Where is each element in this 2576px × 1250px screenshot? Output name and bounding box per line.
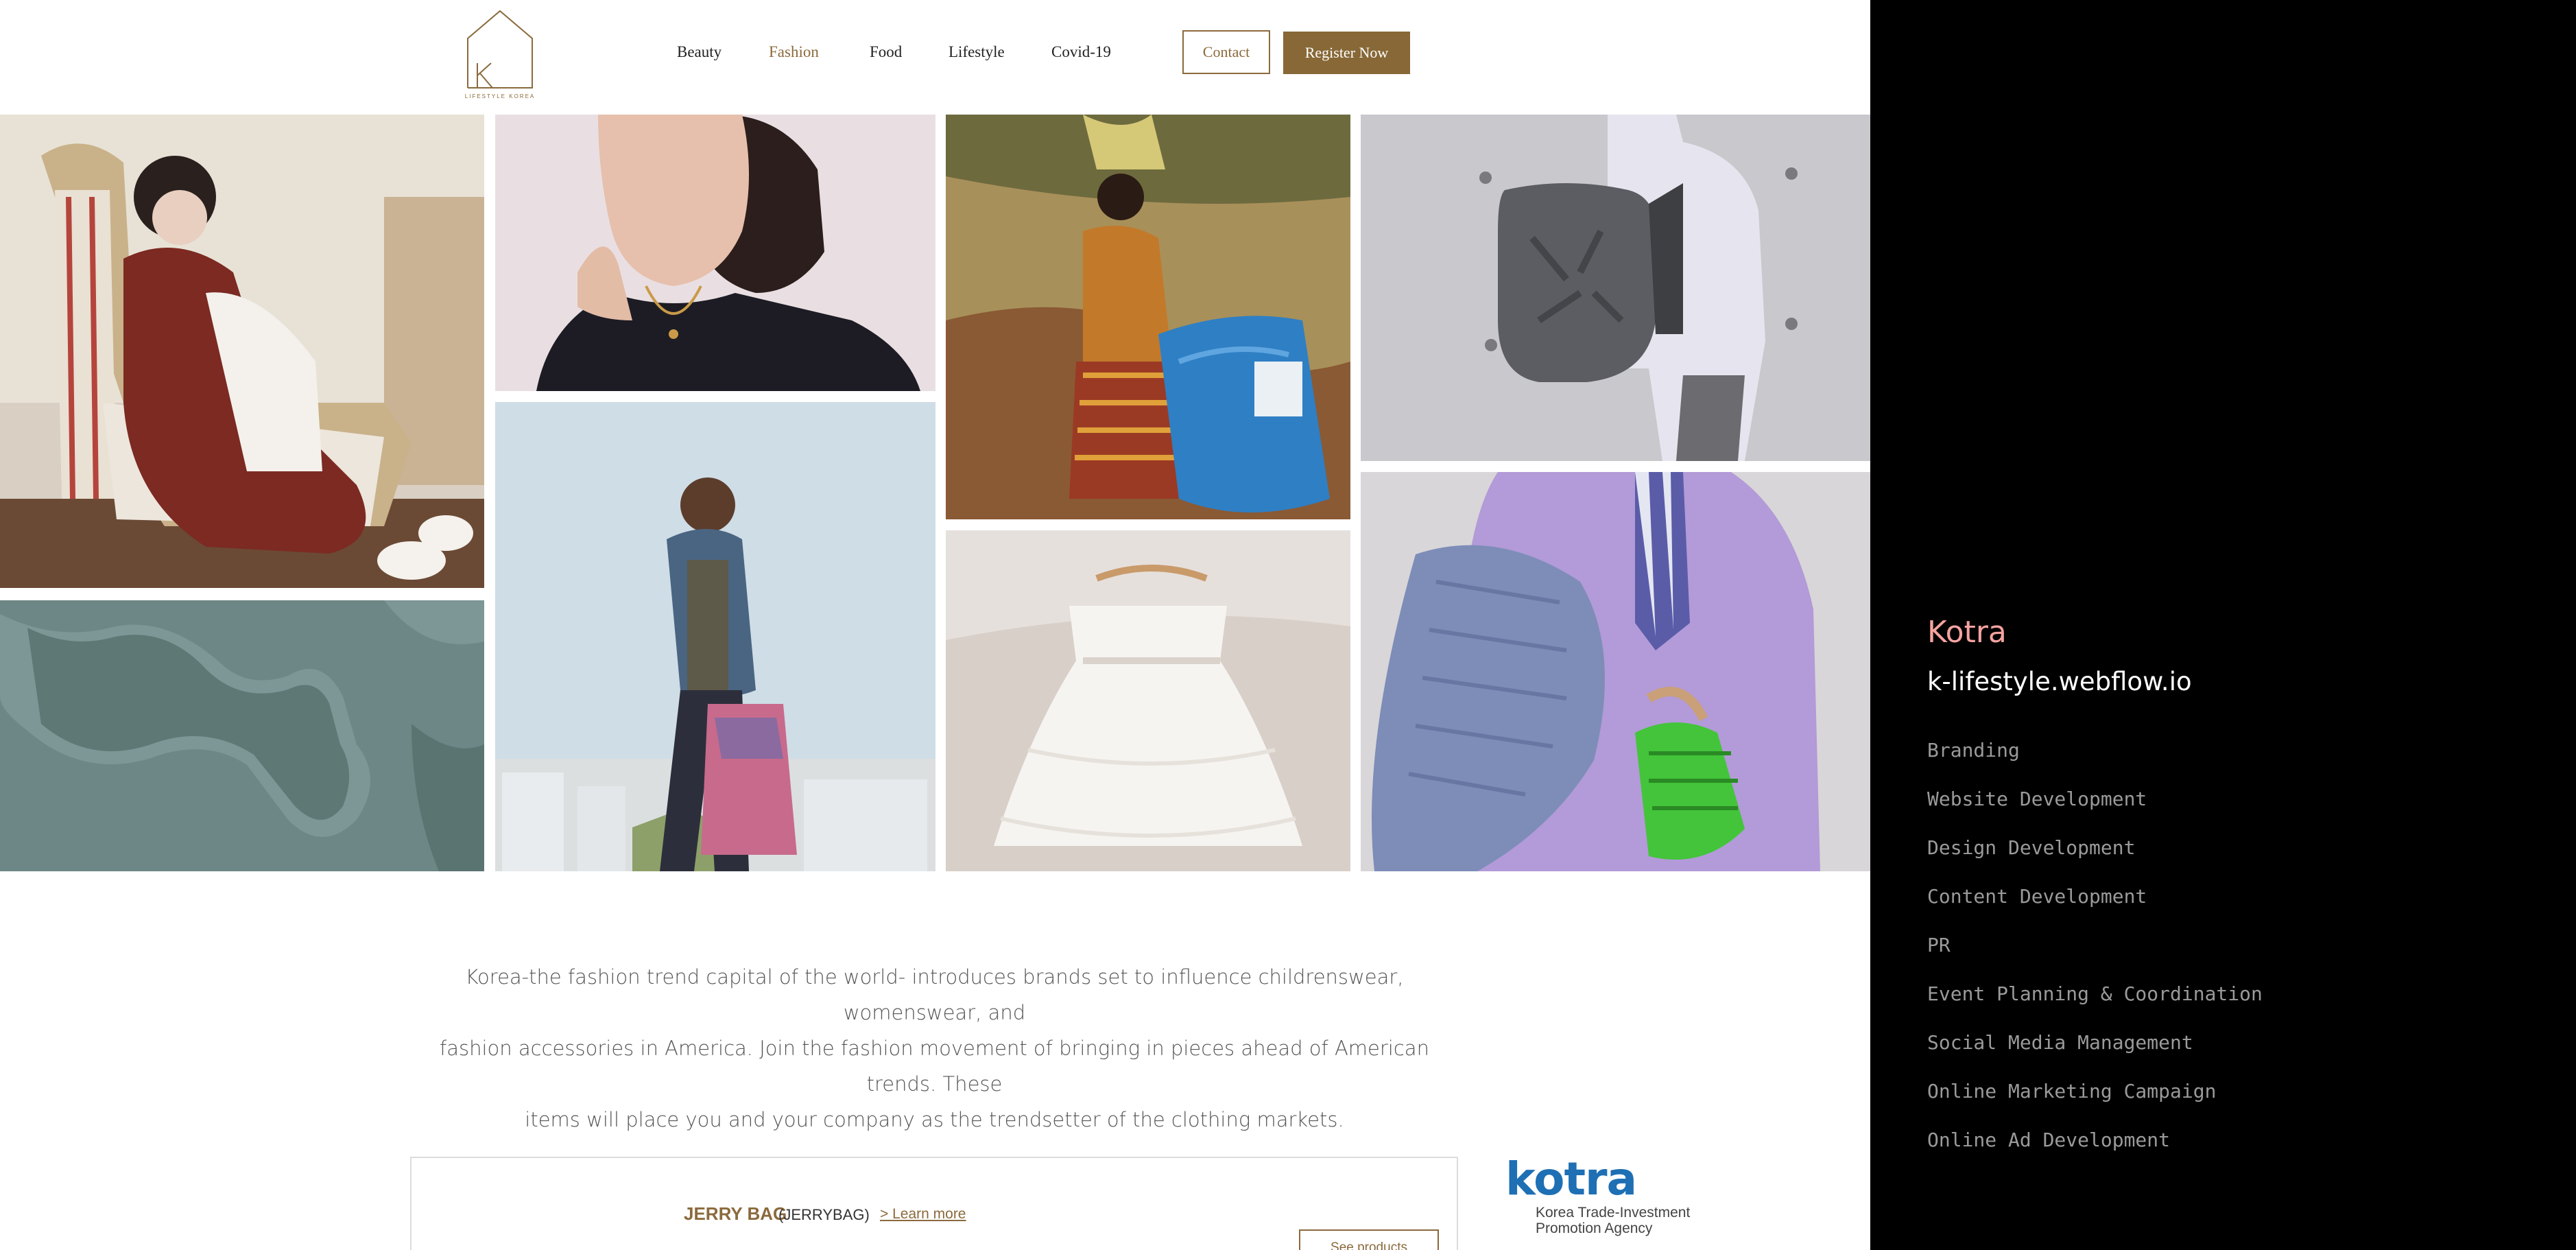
fashion-intro-text: Korea-the fashion trend capital of the w… (412, 959, 1457, 1137)
contact-button[interactable]: Contact (1182, 30, 1270, 74)
service-item: PR (1927, 934, 1951, 956)
intro-line: items will place you and your company as… (525, 1108, 1344, 1131)
nav-fashion[interactable]: Fashion (769, 43, 819, 61)
nav-covid-19[interactable]: Covid-19 (1051, 43, 1111, 61)
service-item: Social Media Management (1927, 1031, 2193, 1054)
nav-lifestyle[interactable]: Lifestyle (949, 43, 1005, 61)
service-item: Content Development (1927, 885, 2147, 908)
kotra-logo: kotra Korea Trade-Investment Promotion A… (1505, 1153, 1725, 1236)
kotra-wordmark: kotra (1505, 1153, 1637, 1205)
grey-backpack-photo (1361, 115, 1870, 461)
intro-line: fashion accessories in America. Join the… (440, 1037, 1429, 1096)
service-item: Online Marketing Campaign (1927, 1080, 2217, 1102)
lavender-blazer-green-bag-photo (1361, 472, 1870, 871)
intro-line: Korea-the fashion trend capital of the w… (465, 965, 1404, 1024)
brand-card: JERRY BAG (JERRYBAG) > Learn more See pr… (410, 1157, 1458, 1250)
white-child-dress-on-hanger-photo (946, 530, 1350, 871)
kotra-tagline: Korea Trade-Investment Promotion Agency (1536, 1205, 1691, 1236)
house-logo-icon (467, 10, 533, 89)
service-item: Event Planning & Coordination (1927, 982, 2263, 1005)
learn-more-link[interactable]: > Learn more (880, 1206, 966, 1223)
service-item: Design Development (1927, 836, 2136, 859)
green-textured-surface-photo (0, 600, 484, 871)
girl-on-antique-sofa-photo (0, 115, 484, 588)
see-products-button[interactable]: See products (1299, 1229, 1439, 1250)
nav-beauty[interactable]: Beauty (677, 43, 721, 61)
child-carrying-blue-bag-photo (946, 115, 1350, 519)
website-preview: LIFESTYLE KOREA Beauty Fashion Food Life… (0, 0, 1870, 1250)
project-title: Kotra (1927, 615, 2007, 650)
brand-code: (JERRYBAG) (778, 1206, 870, 1223)
brand-name: JERRY BAG (684, 1203, 787, 1224)
lifestyle-korea-logo[interactable]: LIFESTYLE KOREA (464, 8, 536, 102)
register-now-button[interactable]: Register Now (1283, 32, 1410, 74)
project-info-panel: Kotra k-lifestyle.webflow.io Branding We… (1870, 0, 2576, 1250)
logo-caption: LIFESTYLE KOREA (464, 93, 536, 99)
service-item: Online Ad Development (1927, 1129, 2171, 1151)
woman-with-gold-jewelry-photo (495, 115, 935, 391)
project-url: k-lifestyle.webflow.io (1927, 667, 2192, 696)
woman-denim-jacket-tote-photo (495, 402, 935, 871)
nav-food[interactable]: Food (870, 43, 902, 61)
service-item: Branding (1927, 739, 2020, 762)
service-item: Website Development (1927, 788, 2147, 810)
